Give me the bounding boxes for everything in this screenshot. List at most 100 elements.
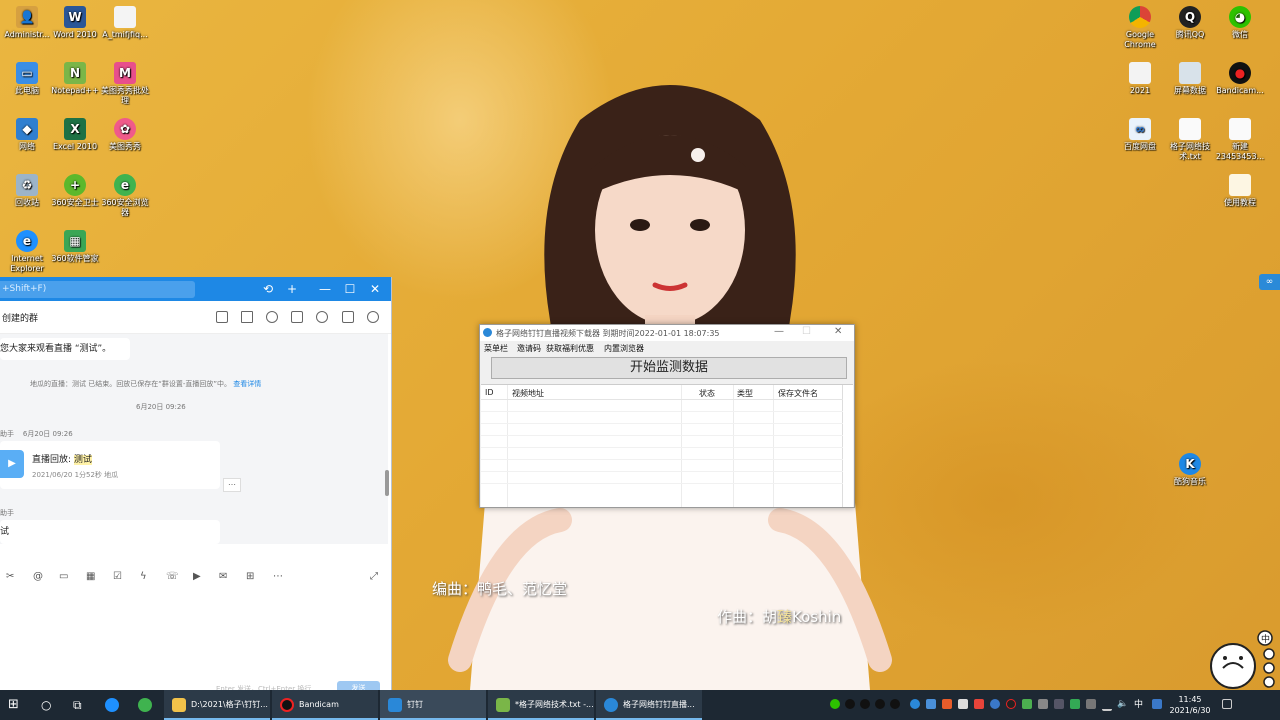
desktop-icon-360-guard[interactable]: +360安全卫士 <box>48 174 102 208</box>
desktop-icon-baidu-pan[interactable]: ∞ 百度网盘 <box>1113 118 1167 152</box>
ime-icon[interactable] <box>1152 699 1162 709</box>
search-chat-icon[interactable] <box>342 311 354 323</box>
menu-item-browser[interactable]: 内置浏览器 <box>604 343 644 354</box>
mail-icon[interactable]: ✉ <box>219 571 227 582</box>
bandicam-tray-icon[interactable] <box>1006 699 1016 709</box>
desktop-icon-ie[interactable]: e Internet Explorer <box>0 230 54 274</box>
desktop-icon-360-soft[interactable]: ▦ 360软件管家 <box>48 230 102 264</box>
network-tray-icon[interactable] <box>1086 699 1096 709</box>
mascot-widget[interactable]: 中 <box>1205 628 1280 690</box>
gear-icon[interactable] <box>367 311 379 323</box>
desktop-icon-wechat[interactable]: ◕ 微信 <box>1213 6 1267 40</box>
volume-icon[interactable]: 🔈 <box>1117 699 1128 709</box>
desktop-icon-word[interactable]: W Word 2010 <box>48 6 102 40</box>
search-input[interactable]: +Shift+F) <box>0 281 195 298</box>
chevron-up-icon[interactable] <box>1102 699 1112 711</box>
invite-message[interactable]: 您大家来观看直播 “测试”。 <box>0 338 130 360</box>
desktop-icon-this-pc[interactable]: ▭ 此电脑 <box>0 62 54 96</box>
column-id[interactable]: ID <box>485 388 494 397</box>
tray-app-icon[interactable] <box>1070 699 1080 709</box>
desktop-icon-recycle-bin[interactable]: ♻ 回收站 <box>0 174 54 208</box>
start-button[interactable]: ⊞ <box>8 690 19 720</box>
expand-icon[interactable]: ⤢ <box>370 571 378 582</box>
desktop-icon-screen-data[interactable]: 屏幕数据 <box>1163 62 1217 96</box>
ding-icon[interactable]: ϟ <box>140 571 147 582</box>
taskbar-downloader[interactable]: 格子网络钉钉直播... <box>596 690 702 720</box>
apps-icon[interactable]: ⊞ <box>246 571 254 582</box>
taskbar-notepad[interactable]: *格子网络技术.txt -... <box>488 690 594 720</box>
taskbar-clock[interactable]: 11:45 2021/6/30 <box>1168 694 1212 716</box>
desktop-icon-gezi-txt[interactable]: 格子网络技术.txt <box>1163 118 1217 162</box>
column-video-url[interactable]: 视频地址 <box>512 388 544 399</box>
taskbar-ie[interactable] <box>105 690 124 720</box>
scissors-icon[interactable]: ✂ <box>6 571 14 582</box>
partial-message[interactable]: 试 <box>0 520 220 544</box>
desktop-icon-notepadpp[interactable]: N Notepad++ <box>48 62 102 96</box>
desktop-icon-meitu-batch[interactable]: M 美图秀秀批处理 <box>98 62 152 106</box>
mention-icon[interactable]: @ <box>33 571 43 582</box>
menu-item-menu[interactable]: 菜单栏 <box>484 343 508 354</box>
add-icon[interactable]: + <box>283 281 301 297</box>
tray-app-icon[interactable] <box>942 699 952 709</box>
desktop-icon-a-file[interactable]: A_tmifjfiq... <box>98 6 152 40</box>
desktop-icon-qq[interactable]: Q 腾讯QQ <box>1163 6 1217 40</box>
desktop-icon-kugou[interactable]: K 酷狗音乐 <box>1163 453 1217 487</box>
tray-app-icon[interactable] <box>1038 699 1048 709</box>
desktop-icon-360-browser[interactable]: e 360安全浏览器 <box>98 174 152 218</box>
live-icon[interactable] <box>216 311 228 323</box>
qq-tray-icon[interactable] <box>890 699 900 709</box>
qq-tray-icon[interactable] <box>845 699 855 709</box>
task-view-button[interactable]: ⧉ <box>73 690 82 720</box>
close-button[interactable]: ✕ <box>834 326 842 337</box>
view-details-link[interactable]: 查看详情 <box>233 380 261 388</box>
desktop-icon-administrator[interactable]: 👤 Administr... <box>0 6 54 40</box>
maximize-button[interactable]: ☐ <box>341 281 359 297</box>
qq-tray-icon[interactable] <box>875 699 885 709</box>
minimize-button[interactable]: — <box>316 281 334 297</box>
task-check-icon[interactable] <box>241 311 253 323</box>
close-button[interactable]: ✕ <box>366 281 384 297</box>
tray-app-icon[interactable] <box>926 699 936 709</box>
history-icon[interactable]: ⟲ <box>259 281 277 297</box>
folder-icon[interactable] <box>291 311 303 323</box>
tray-app-icon[interactable] <box>990 699 1000 709</box>
desktop-icon-2021[interactable]: 2021 <box>1113 62 1167 96</box>
wechat-tray-icon[interactable] <box>830 699 840 709</box>
desktop-icon-chrome[interactable]: Google Chrome <box>1113 6 1167 50</box>
desktop-icon-new-file[interactable]: 新建 23453453... <box>1213 118 1267 162</box>
tray-app-icon[interactable] <box>1022 699 1032 709</box>
start-monitor-button[interactable]: 开始监测数据 <box>491 357 847 379</box>
baidu-side-tab[interactable]: ∞ <box>1259 274 1280 290</box>
taskbar-dingtalk[interactable]: 钉钉 <box>380 690 486 720</box>
desktop-icon-bandicam[interactable]: ● Bandicam... <box>1213 62 1267 96</box>
tray-app-icon[interactable] <box>958 699 968 709</box>
menu-item-benefits[interactable]: 获取福利优惠 <box>546 343 594 354</box>
taskbar-bandicam[interactable]: Bandicam <box>272 690 378 720</box>
audio-icon[interactable] <box>266 311 278 323</box>
menu-item-invite[interactable]: 邀请码 <box>517 343 541 354</box>
task-icon[interactable]: ☑ <box>113 571 122 582</box>
minimize-button[interactable]: — <box>774 326 784 337</box>
taskbar-360-browser[interactable] <box>138 690 157 720</box>
taskbar-explorer[interactable]: D:\2021\格子\钉钉... <box>164 690 270 720</box>
folder-send-icon[interactable]: ▭ <box>59 571 68 582</box>
dingtalk-tray-icon[interactable] <box>910 699 920 709</box>
replay-card[interactable]: ▶ 直播回放: 测试 2021/06/20 1分52秒 地瓜 <box>0 441 220 489</box>
desktop-icon-meitu[interactable]: ✿ 美图秀秀 <box>98 118 152 152</box>
desktop-icon-network[interactable]: ◆ 网络 <box>0 118 54 152</box>
live-tool-icon[interactable]: ▶ <box>193 571 201 582</box>
notification-icon[interactable] <box>1222 699 1232 709</box>
column-filename[interactable]: 保存文件名 <box>778 388 818 399</box>
column-status[interactable]: 状态 <box>699 388 715 399</box>
more-button[interactable]: … <box>223 478 241 492</box>
phone-icon[interactable]: ☏ <box>166 571 179 582</box>
column-type[interactable]: 类型 <box>737 388 753 399</box>
desktop-icon-excel[interactable]: X Excel 2010 <box>48 118 102 152</box>
maximize-button[interactable]: ☐ <box>802 326 811 337</box>
qq-tray-icon[interactable] <box>860 699 870 709</box>
chat-scrollbar[interactable] <box>385 470 389 496</box>
desktop-icon-tutorial[interactable]: 使用教程 <box>1213 174 1267 208</box>
tray-app-icon[interactable] <box>974 699 984 709</box>
search-button[interactable]: ○ <box>41 690 51 720</box>
calendar-icon[interactable]: ▦ <box>86 571 95 582</box>
